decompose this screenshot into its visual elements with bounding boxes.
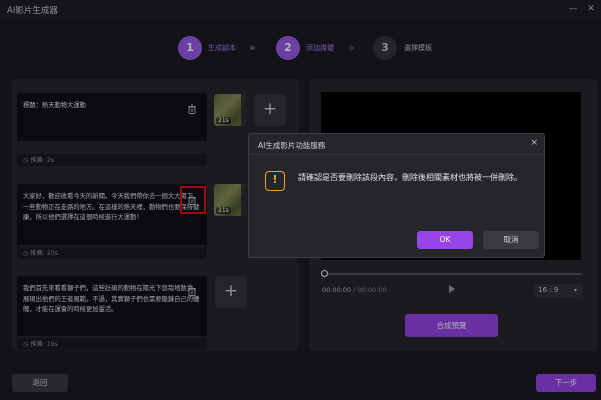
cancel-button[interactable]: 取消 xyxy=(483,231,539,249)
warning-icon: ! xyxy=(265,171,285,191)
dialog-title: AI生成影片功能服務 xyxy=(258,141,326,150)
dialog-message: 請確認是否要刪除該段內容，刪除後相關素材也將被一併刪除。 xyxy=(298,173,522,182)
confirm-delete-dialog: AI生成影片功能服務 × ! 請確認是否要刪除該段內容，刪除後相關素材也將被一併… xyxy=(248,133,545,258)
dialog-divider xyxy=(249,154,544,155)
dialog-close-icon[interactable]: × xyxy=(530,138,538,148)
ok-button[interactable]: OK xyxy=(417,231,473,249)
